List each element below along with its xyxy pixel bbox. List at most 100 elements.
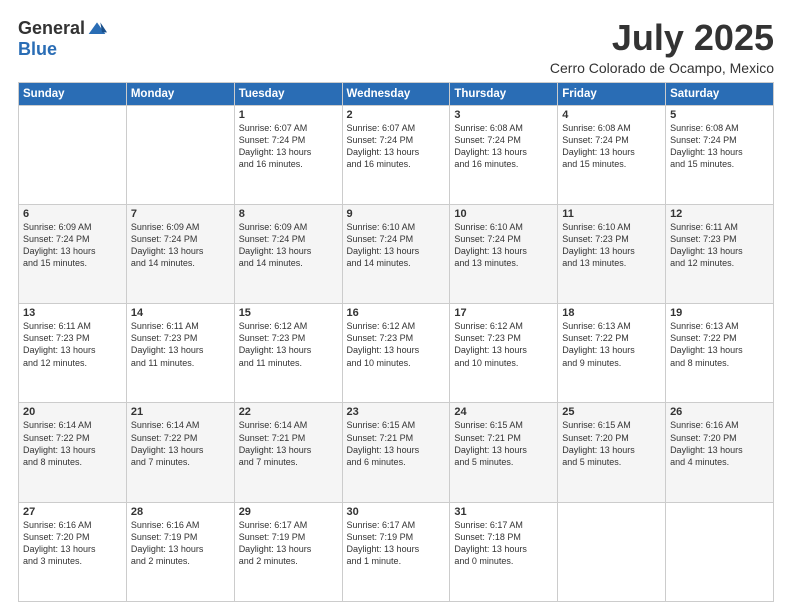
day-info: Sunrise: 6:12 AM Sunset: 7:23 PM Dayligh…: [239, 320, 338, 369]
table-row: 29Sunrise: 6:17 AM Sunset: 7:19 PM Dayli…: [234, 502, 342, 601]
table-row: [126, 105, 234, 204]
day-info: Sunrise: 6:15 AM Sunset: 7:21 PM Dayligh…: [454, 419, 553, 468]
day-info: Sunrise: 6:16 AM Sunset: 7:19 PM Dayligh…: [131, 519, 230, 568]
day-number: 11: [562, 208, 661, 220]
table-row: [19, 105, 127, 204]
col-sunday: Sunday: [19, 82, 127, 105]
calendar-header-row: Sunday Monday Tuesday Wednesday Thursday…: [19, 82, 774, 105]
day-info: Sunrise: 6:17 AM Sunset: 7:18 PM Dayligh…: [454, 519, 553, 568]
day-number: 31: [454, 506, 553, 518]
day-number: 26: [670, 406, 769, 418]
day-info: Sunrise: 6:14 AM Sunset: 7:22 PM Dayligh…: [23, 419, 122, 468]
day-number: 27: [23, 506, 122, 518]
day-info: Sunrise: 6:15 AM Sunset: 7:20 PM Dayligh…: [562, 419, 661, 468]
table-row: 21Sunrise: 6:14 AM Sunset: 7:22 PM Dayli…: [126, 403, 234, 502]
day-info: Sunrise: 6:09 AM Sunset: 7:24 PM Dayligh…: [131, 221, 230, 270]
calendar-week-row: 1 Sunrise: 6:07 AM Sunset: 7:24 PM Daylig…: [19, 105, 774, 204]
day-number: 14: [131, 307, 230, 319]
day-info: Sunrise: 6:14 AM Sunset: 7:21 PM Dayligh…: [239, 419, 338, 468]
day-number: 16: [347, 307, 446, 319]
calendar-week-row: 6Sunrise: 6:09 AM Sunset: 7:24 PM Daylig…: [19, 204, 774, 303]
header: General Blue July 2025 Cerro Colorado de…: [18, 18, 774, 76]
day-number: 7: [131, 208, 230, 220]
table-row: 6Sunrise: 6:09 AM Sunset: 7:24 PM Daylig…: [19, 204, 127, 303]
day-info: Sunrise: 6:11 AM Sunset: 7:23 PM Dayligh…: [23, 320, 122, 369]
day-info: Sunrise: 6:16 AM Sunset: 7:20 PM Dayligh…: [670, 419, 769, 468]
day-info: Sunrise: 6:08 AM Sunset: 7:24 PM Dayligh…: [454, 122, 553, 171]
day-info: Sunrise: 6:17 AM Sunset: 7:19 PM Dayligh…: [347, 519, 446, 568]
calendar-table: Sunday Monday Tuesday Wednesday Thursday…: [18, 82, 774, 602]
table-row: 4Sunrise: 6:08 AM Sunset: 7:24 PM Daylig…: [558, 105, 666, 204]
day-number: 23: [347, 406, 446, 418]
table-row: 3Sunrise: 6:08 AM Sunset: 7:24 PM Daylig…: [450, 105, 558, 204]
day-number: 5: [670, 109, 769, 121]
day-info: Sunrise: 6:13 AM Sunset: 7:22 PM Dayligh…: [562, 320, 661, 369]
table-row: 30Sunrise: 6:17 AM Sunset: 7:19 PM Dayli…: [342, 502, 450, 601]
day-info: Sunrise: 6:08 AM Sunset: 7:24 PM Dayligh…: [670, 122, 769, 171]
day-number: 20: [23, 406, 122, 418]
day-number: 24: [454, 406, 553, 418]
day-info: Sunrise: 6:14 AM Sunset: 7:22 PM Dayligh…: [131, 419, 230, 468]
day-number: 9: [347, 208, 446, 220]
day-info: Sunrise: 6:09 AM Sunset: 7:24 PM Dayligh…: [239, 221, 338, 270]
col-saturday: Saturday: [666, 82, 774, 105]
col-monday: Monday: [126, 82, 234, 105]
day-number: 17: [454, 307, 553, 319]
table-row: 23Sunrise: 6:15 AM Sunset: 7:21 PM Dayli…: [342, 403, 450, 502]
table-row: 9Sunrise: 6:10 AM Sunset: 7:24 PM Daylig…: [342, 204, 450, 303]
table-row: 18Sunrise: 6:13 AM Sunset: 7:22 PM Dayli…: [558, 304, 666, 403]
table-row: 2Sunrise: 6:07 AM Sunset: 7:24 PM Daylig…: [342, 105, 450, 204]
day-info: Sunrise: 6:10 AM Sunset: 7:24 PM Dayligh…: [347, 221, 446, 270]
day-info: Sunrise: 6:10 AM Sunset: 7:23 PM Dayligh…: [562, 221, 661, 270]
col-friday: Friday: [558, 82, 666, 105]
day-number: 8: [239, 208, 338, 220]
table-row: 20Sunrise: 6:14 AM Sunset: 7:22 PM Dayli…: [19, 403, 127, 502]
table-row: 17Sunrise: 6:12 AM Sunset: 7:23 PM Dayli…: [450, 304, 558, 403]
table-row: 27Sunrise: 6:16 AM Sunset: 7:20 PM Dayli…: [19, 502, 127, 601]
day-info: Sunrise: 6:15 AM Sunset: 7:21 PM Dayligh…: [347, 419, 446, 468]
table-row: 24Sunrise: 6:15 AM Sunset: 7:21 PM Dayli…: [450, 403, 558, 502]
day-number: 19: [670, 307, 769, 319]
table-row: 26Sunrise: 6:16 AM Sunset: 7:20 PM Dayli…: [666, 403, 774, 502]
day-number: 6: [23, 208, 122, 220]
day-number: 22: [239, 406, 338, 418]
table-row: 1Sunrise: 6:07 AM Sunset: 7:24 PM Daylig…: [234, 105, 342, 204]
day-number: 28: [131, 506, 230, 518]
table-row: 8Sunrise: 6:09 AM Sunset: 7:24 PM Daylig…: [234, 204, 342, 303]
table-row: [558, 502, 666, 601]
day-number: 2: [347, 109, 446, 121]
day-number: 30: [347, 506, 446, 518]
table-row: 11Sunrise: 6:10 AM Sunset: 7:23 PM Dayli…: [558, 204, 666, 303]
day-number: 3: [454, 109, 553, 121]
logo: General Blue: [18, 18, 107, 60]
table-row: 19Sunrise: 6:13 AM Sunset: 7:22 PM Dayli…: [666, 304, 774, 403]
calendar-week-row: 13Sunrise: 6:11 AM Sunset: 7:23 PM Dayli…: [19, 304, 774, 403]
table-row: 13Sunrise: 6:11 AM Sunset: 7:23 PM Dayli…: [19, 304, 127, 403]
table-row: 14Sunrise: 6:11 AM Sunset: 7:23 PM Dayli…: [126, 304, 234, 403]
table-row: 15Sunrise: 6:12 AM Sunset: 7:23 PM Dayli…: [234, 304, 342, 403]
day-info: Sunrise: 6:17 AM Sunset: 7:19 PM Dayligh…: [239, 519, 338, 568]
month-title: July 2025: [550, 18, 774, 58]
day-info: Sunrise: 6:13 AM Sunset: 7:22 PM Dayligh…: [670, 320, 769, 369]
day-info: Sunrise: 6:12 AM Sunset: 7:23 PM Dayligh…: [347, 320, 446, 369]
day-info: Sunrise: 6:09 AM Sunset: 7:24 PM Dayligh…: [23, 221, 122, 270]
col-thursday: Thursday: [450, 82, 558, 105]
table-row: 25Sunrise: 6:15 AM Sunset: 7:20 PM Dayli…: [558, 403, 666, 502]
logo-icon: [87, 19, 107, 39]
title-block: July 2025 Cerro Colorado de Ocampo, Mexi…: [550, 18, 774, 76]
table-row: 12Sunrise: 6:11 AM Sunset: 7:23 PM Dayli…: [666, 204, 774, 303]
day-number: 4: [562, 109, 661, 121]
day-number: 1: [239, 109, 338, 121]
col-tuesday: Tuesday: [234, 82, 342, 105]
day-info: Sunrise: 6:10 AM Sunset: 7:24 PM Dayligh…: [454, 221, 553, 270]
day-number: 15: [239, 307, 338, 319]
col-wednesday: Wednesday: [342, 82, 450, 105]
day-number: 12: [670, 208, 769, 220]
day-info: Sunrise: 6:12 AM Sunset: 7:23 PM Dayligh…: [454, 320, 553, 369]
day-info: Sunrise: 6:07 AM Sunset: 7:24 PM Dayligh…: [347, 122, 446, 171]
table-row: 10Sunrise: 6:10 AM Sunset: 7:24 PM Dayli…: [450, 204, 558, 303]
table-row: 16Sunrise: 6:12 AM Sunset: 7:23 PM Dayli…: [342, 304, 450, 403]
day-info: Sunrise: 6:11 AM Sunset: 7:23 PM Dayligh…: [131, 320, 230, 369]
table-row: 5Sunrise: 6:08 AM Sunset: 7:24 PM Daylig…: [666, 105, 774, 204]
table-row: 22Sunrise: 6:14 AM Sunset: 7:21 PM Dayli…: [234, 403, 342, 502]
